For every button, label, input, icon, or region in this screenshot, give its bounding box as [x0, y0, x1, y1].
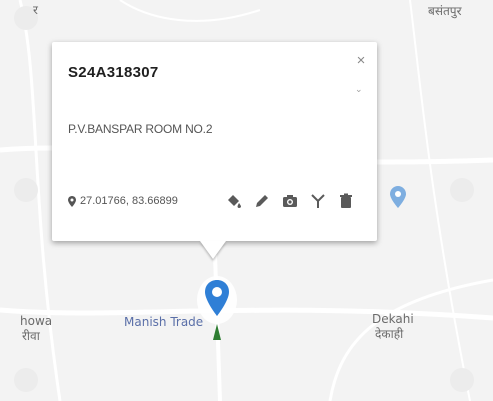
map-label-dekahi-hindi: देकाही — [375, 327, 404, 341]
camera-icon[interactable] — [281, 192, 299, 210]
map-label-top-left: र — [33, 3, 38, 17]
map-label-left-hindi: रीवा — [22, 329, 40, 343]
selected-location-pin-icon[interactable] — [195, 262, 239, 342]
popup-pointer — [200, 241, 226, 259]
coordinates-row: 27.01766, 83.66899 — [68, 195, 178, 207]
location-pin-icon — [68, 195, 76, 207]
map-label-place: Manish Trade — [124, 315, 204, 329]
close-icon[interactable]: × — [354, 53, 368, 68]
device-info-popup: S24A318307 × ⌄ P.V.BANSPAR ROOM NO.2 27.… — [52, 42, 377, 241]
place-marker-icon[interactable] — [390, 186, 406, 208]
coordinates-text: 27.01766, 83.66899 — [80, 195, 178, 207]
popup-toolbar — [225, 192, 355, 210]
scroll-down-icon[interactable]: ⌄ — [355, 85, 363, 94]
pencil-icon[interactable] — [253, 192, 271, 210]
device-id-title: S24A318307 — [68, 64, 159, 81]
map-label-dekahi: Dekahi — [372, 312, 414, 326]
paint-bucket-icon[interactable] — [225, 192, 243, 210]
map-label-left: howa — [20, 314, 53, 328]
antenna-icon[interactable] — [309, 192, 327, 210]
device-address: P.V.BANSPAR ROOM NO.2 — [68, 122, 213, 136]
trash-icon[interactable] — [337, 192, 355, 210]
map-label-top-right: बसंतपुर — [428, 4, 462, 18]
